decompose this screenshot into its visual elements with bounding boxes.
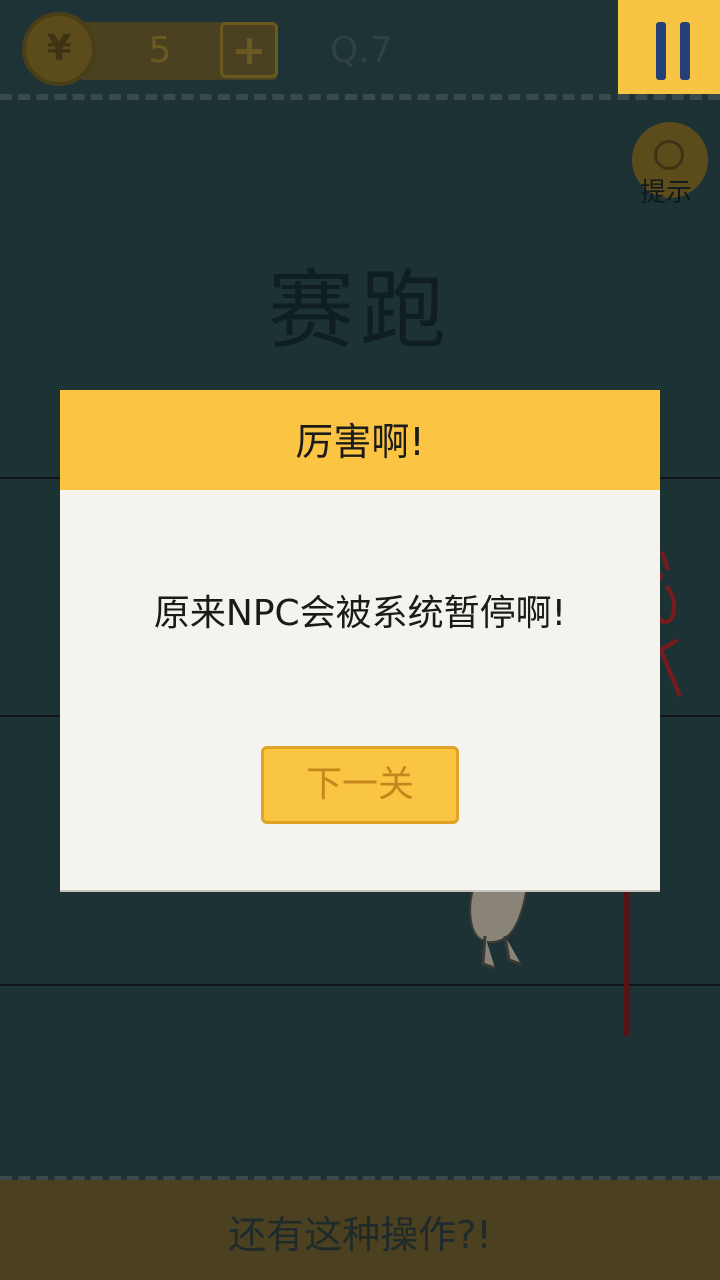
coin-icon: ¥	[22, 12, 96, 86]
pause-icon-bar	[680, 22, 690, 80]
footer-caption: 还有这种操作?!	[228, 1213, 492, 1257]
lightbulb-icon	[654, 140, 684, 170]
dialog-title: 厉害啊!	[295, 420, 425, 464]
dialog-message: 原来NPC会被系统暂停啊!	[153, 593, 567, 634]
pause-icon	[656, 22, 666, 80]
npc-runner[interactable]	[465, 880, 535, 972]
next-level-button[interactable]: 下一关	[261, 746, 459, 824]
game-screen: 5 ¥ Q.7 提示 赛跑 厉害啊! 原来NPC会被系统暂停啊! 下一关 还有这…	[0, 0, 720, 1280]
lane-line	[0, 984, 720, 986]
coin-count: 5	[148, 30, 172, 71]
top-divider	[0, 94, 720, 100]
stage-title: 赛跑	[268, 261, 452, 361]
level-label: Q.7	[330, 30, 393, 71]
hint-label: 提示	[640, 178, 693, 208]
pause-button[interactable]	[618, 0, 720, 94]
finish-pole	[624, 870, 629, 1036]
add-coins-button[interactable]	[220, 22, 278, 78]
